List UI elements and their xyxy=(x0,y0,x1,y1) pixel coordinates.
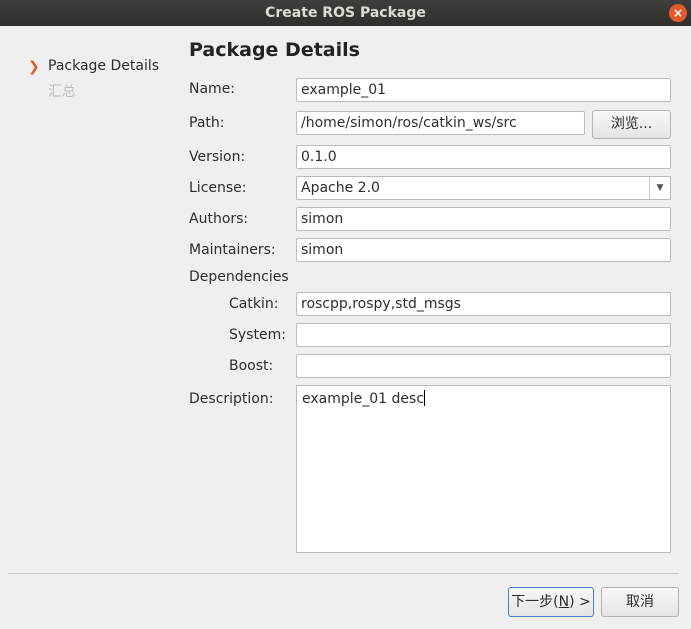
version-label: Version: xyxy=(189,149,246,165)
dropdown-arrow-icon[interactable]: ▼ xyxy=(649,177,670,199)
name-input[interactable]: example_01 xyxy=(296,78,671,102)
description-label: Description: xyxy=(189,391,274,407)
next-button[interactable]: 下一步(N) > xyxy=(508,587,594,617)
license-select[interactable]: Apache 2.0 ▼ xyxy=(296,176,671,200)
authors-label: Authors: xyxy=(189,211,249,227)
authors-input[interactable]: simon xyxy=(296,207,671,231)
close-button[interactable]: × xyxy=(669,4,687,22)
close-icon: × xyxy=(672,6,684,20)
path-label: Path: xyxy=(189,115,225,131)
wizard-steps-nav: ❯ Package Details 汇总 xyxy=(28,56,159,108)
version-input[interactable]: 0.1.0 xyxy=(296,145,671,169)
page-title: Package Details xyxy=(189,39,360,61)
dependencies-heading: Dependencies xyxy=(189,269,289,285)
nav-item-label: Package Details xyxy=(48,58,160,74)
next-button-label-suffix: ) > xyxy=(569,594,591,610)
title-bar: Create ROS Package × xyxy=(0,0,691,26)
maintainers-label: Maintainers: xyxy=(189,242,276,258)
nav-item-label: 汇总 xyxy=(48,84,76,100)
boost-dependencies-input[interactable] xyxy=(296,354,671,378)
license-selected-value: Apache 2.0 xyxy=(301,180,380,196)
catkin-dependencies-input[interactable]: roscpp,rospy,std_msgs xyxy=(296,292,671,316)
catkin-label: Catkin: xyxy=(229,296,279,312)
nav-item-package-details[interactable]: ❯ Package Details xyxy=(28,56,159,82)
footer-divider xyxy=(8,573,679,574)
nav-item-summary: 汇总 xyxy=(28,82,159,108)
description-textarea[interactable]: example_01 desc xyxy=(296,385,671,553)
maintainers-input[interactable]: simon xyxy=(296,238,671,262)
system-dependencies-input[interactable] xyxy=(296,323,671,347)
boost-label: Boost: xyxy=(229,358,274,374)
next-button-mnemonic: N xyxy=(558,594,570,610)
window-title: Create ROS Package xyxy=(265,5,426,21)
license-label: License: xyxy=(189,180,247,196)
description-text: example_01 desc xyxy=(302,391,425,407)
path-input[interactable]: /home/simon/ros/catkin_ws/src xyxy=(296,111,585,135)
name-label: Name: xyxy=(189,81,236,97)
current-step-arrow-icon: ❯ xyxy=(28,59,40,75)
browse-button[interactable]: 浏览... xyxy=(592,110,671,139)
next-button-label: 下一步( xyxy=(511,594,559,610)
text-cursor xyxy=(424,390,426,406)
system-label: System: xyxy=(229,327,286,343)
cancel-button[interactable]: 取消 xyxy=(601,587,679,617)
